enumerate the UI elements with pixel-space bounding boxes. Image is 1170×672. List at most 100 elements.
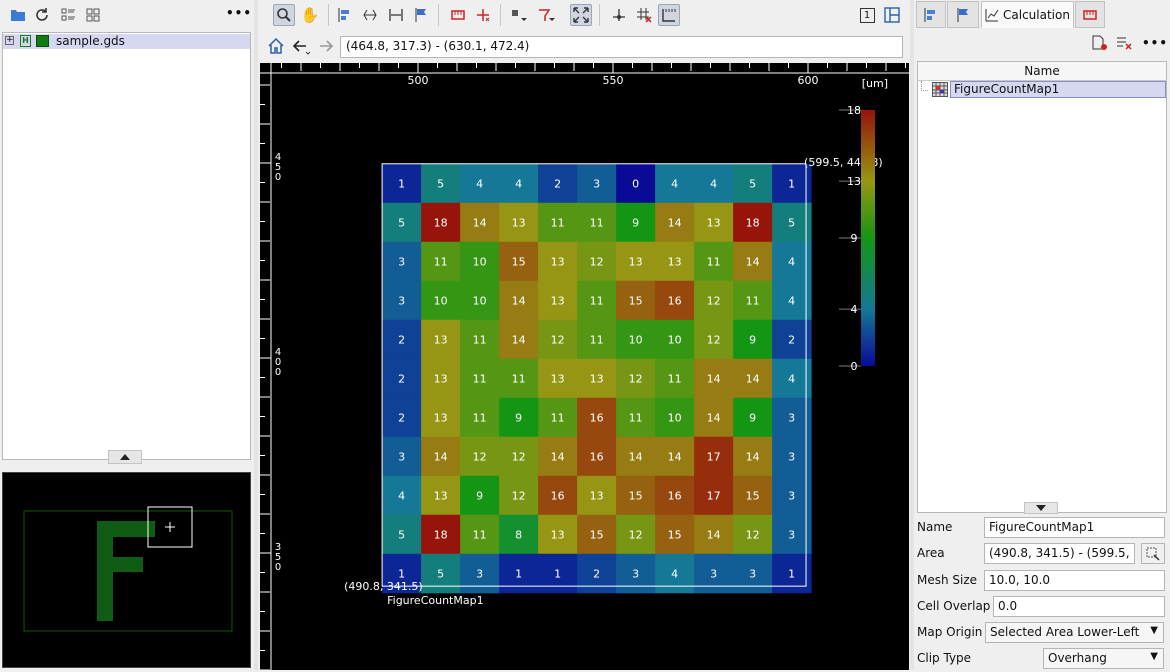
heatmap-cell-value: 1 — [515, 567, 522, 580]
legend-tick-label: 9 — [851, 232, 858, 245]
ruler-red-icon[interactable] — [447, 4, 469, 26]
tab-calculation-label: Calculation — [1003, 8, 1070, 22]
heatmap-cell-value: 15 — [590, 528, 604, 541]
panel-layout-icon[interactable] — [881, 4, 903, 26]
refresh-icon[interactable] — [31, 4, 53, 26]
forward-icon[interactable] — [317, 38, 337, 59]
heatmap-cell-value: 3 — [788, 450, 795, 463]
heatmap-cell-value: 14 — [707, 411, 721, 424]
heatmap-cell-value: 4 — [398, 489, 405, 502]
layout-grid-icon[interactable] — [82, 4, 104, 26]
heatmap-cell-value: 3 — [476, 567, 483, 580]
ruler-toggle-icon[interactable] — [658, 4, 680, 26]
splitter-up-button[interactable] — [108, 450, 142, 464]
x-tick-label: 600 — [798, 74, 819, 87]
nav-bar: (464.8, 317.3) - (630.1, 472.4) — [260, 33, 910, 61]
table-scroll-down-button[interactable] — [1024, 502, 1058, 514]
right-more-button[interactable]: ••• — [1142, 36, 1168, 50]
heatmap-cell-value: 11 — [512, 372, 526, 385]
layout-list-icon[interactable] — [57, 4, 79, 26]
cell-overlap-field[interactable]: 0.0 — [993, 596, 1165, 617]
heatmap-cell-value: 4 — [788, 372, 795, 385]
map-origin-value: Selected Area Lower-Left — [990, 625, 1140, 639]
fit-view-icon[interactable] — [570, 4, 592, 26]
coordinates-input[interactable]: (464.8, 317.3) - (630.1, 472.4) — [340, 36, 903, 58]
snap-dropdown-icon[interactable] — [508, 4, 530, 26]
left-more-button[interactable]: ••• — [226, 6, 252, 20]
heatmap-cell-value: 13 — [434, 372, 448, 385]
area-field[interactable]: (490.8, 341.5) - (599.5, — [984, 543, 1135, 564]
heatmap-cell-value: 4 — [788, 294, 795, 307]
align-left-icon[interactable] — [334, 4, 356, 26]
split-icon[interactable] — [359, 4, 381, 26]
canvas-svg[interactable]: 500 550 600 [um]4504003501 5 4 4 2 3 0 4 4 5 15 18 14 13… — [260, 63, 909, 670]
page-number-label: 1 — [859, 7, 875, 23]
heatmap-cell-value: 3 — [788, 489, 795, 502]
heatmap-cell-value: 15 — [629, 294, 643, 307]
heatmap-cell-value: 15 — [746, 489, 760, 502]
origin-icon[interactable] — [608, 4, 630, 26]
map-origin-select[interactable]: Selected Area Lower-Left ▼ — [985, 622, 1164, 643]
layer-tree: + H sample.gds — [2, 32, 251, 460]
heatmap-cell-value: 8 — [515, 528, 522, 541]
heatmap-cell-value: 16 — [551, 489, 565, 502]
tab-calculation[interactable]: Calculation — [981, 1, 1074, 28]
heatmap-cell-value: 17 — [707, 450, 721, 463]
area-pick-button[interactable] — [1141, 543, 1165, 564]
expand-icon[interactable]: + — [5, 36, 14, 45]
chevron-down-icon: ▼ — [1150, 651, 1158, 662]
unit-label: [um] — [862, 77, 888, 90]
tab-flag[interactable] — [947, 1, 979, 28]
marker-dropdown-icon[interactable] — [535, 4, 557, 26]
mesh-size-label: Mesh Size — [917, 573, 978, 587]
heatmap-cell-value: 9 — [749, 333, 756, 346]
tab-ruler[interactable] — [1075, 1, 1105, 28]
heatmap-cell-value: 13 — [629, 255, 643, 268]
flag-icon[interactable] — [410, 4, 432, 26]
back-icon[interactable] — [291, 38, 311, 59]
heatmap-cell-value: 5 — [437, 177, 444, 190]
heatmap-cell-value: 13 — [590, 489, 604, 502]
pan-hand-icon[interactable]: ✋ — [299, 4, 321, 26]
select-area-icon — [1146, 547, 1160, 560]
left-splitter[interactable] — [254, 0, 258, 670]
zoom-icon[interactable] — [273, 4, 295, 26]
heatmap-cell-value: 11 — [707, 255, 721, 268]
delete-list-icon[interactable] — [1116, 35, 1134, 54]
heatmap-cell-value: 3 — [788, 411, 795, 424]
heatmap-cell-value: 11 — [590, 216, 604, 229]
page-indicator[interactable]: 1 — [856, 4, 878, 26]
heatmap-cell-value: 3 — [749, 567, 756, 580]
mesh-size-field[interactable]: 10.0, 10.0 — [984, 570, 1165, 591]
heatmap-cell-value: 2 — [788, 333, 795, 346]
heatmap-cell-value: 4 — [515, 177, 522, 190]
heatmap-cell-value: 1 — [398, 567, 405, 580]
table-header-name[interactable]: Name — [918, 62, 1166, 81]
table-row[interactable]: FigureCountMap1 — [918, 81, 1166, 98]
ruler-clear-icon[interactable] — [472, 4, 494, 26]
name-field[interactable]: FigureCountMap1 — [984, 517, 1165, 538]
heatmap-cell-value: 12 — [629, 372, 643, 385]
clip-type-select[interactable]: Overhang ▼ — [1043, 648, 1164, 669]
measure-width-icon[interactable] — [385, 4, 407, 26]
heatmap-cell-value: 12 — [551, 333, 565, 346]
tab-layout[interactable] — [916, 1, 946, 28]
heatmap-cell-value: 18 — [434, 216, 448, 229]
legend-tick-label: 13 — [847, 175, 861, 188]
layout-canvas[interactable]: 500 550 600 [um] 4 5 0 4 0 0 3 5 0 1 5 4 4 2 3 0 4 4 5 1 5 18 14 13… — [260, 63, 909, 670]
home-icon[interactable] — [267, 37, 285, 58]
heatmap-cell-value: 2 — [398, 411, 405, 424]
grid-clear-icon[interactable] — [633, 4, 655, 26]
new-calculation-icon[interactable] — [1091, 35, 1109, 54]
overview-minimap[interactable] — [2, 472, 251, 668]
heatmap-cell-value: 11 — [473, 372, 487, 385]
folder-open-icon[interactable] — [7, 4, 29, 26]
cell-overlap-label: Cell Overlap — [917, 599, 991, 613]
heatmap-cell-value: 14 — [668, 216, 682, 229]
heatmap-cell-value: 13 — [590, 372, 604, 385]
heatmap-cell-value: 1 — [788, 567, 795, 580]
heatmap-cell-value: 10 — [473, 255, 487, 268]
tree-item-sample[interactable]: + H sample.gds — [3, 34, 250, 49]
heatmap-cell-value: 14 — [746, 372, 760, 385]
heatmap-cell-value: 5 — [398, 528, 405, 541]
